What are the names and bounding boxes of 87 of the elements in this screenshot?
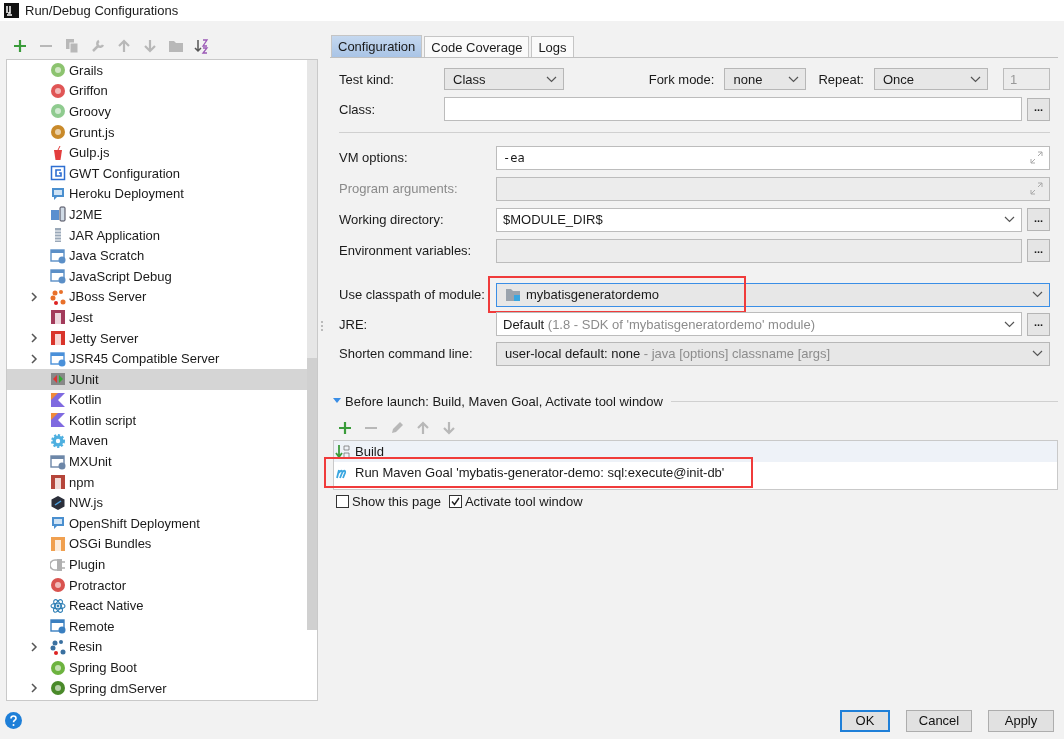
dropdown-field[interactable]: $MODULE_DIR$	[496, 207, 1022, 232]
tree-item[interactable]: JUnit	[7, 368, 307, 390]
field-label: Shorten command line:	[339, 346, 474, 362]
tree-item[interactable]: OpenShift Deployment	[7, 513, 307, 534]
tree-item[interactable]: MXUnit	[7, 451, 307, 472]
field-label: Program arguments:	[339, 181, 459, 196]
dropdown-field[interactable]: user-local default: none - java [options] classname [args]	[496, 341, 1050, 366]
module-dropdown[interactable]: mybatisgeneratordemo	[496, 282, 1050, 307]
scrollbar[interactable]	[307, 60, 317, 630]
browse-button[interactable]: ...	[1027, 312, 1050, 336]
task-item[interactable]: Run Maven Goal 'mybatis-generator-demo: sql:execute@init-db'	[334, 462, 1057, 483]
tree-item[interactable]: Maven	[7, 430, 307, 452]
dropdown-caret-icon	[546, 75, 557, 83]
tree-item[interactable]: Jetty Server	[7, 327, 307, 349]
dropdown-caret-icon	[1032, 291, 1043, 299]
tab[interactable]: Configuration	[331, 35, 423, 57]
tree-item[interactable]: React Native	[7, 595, 307, 617]
repeat-dropdown[interactable]: Once	[874, 68, 988, 90]
field-label: Environment variables:	[339, 243, 473, 258]
help-icon[interactable]	[5, 712, 22, 729]
expanded-arrow-icon[interactable]	[333, 397, 341, 405]
checkbox-label: Activate tool window	[464, 493, 583, 509]
tree-item[interactable]: Grails	[7, 60, 307, 81]
browse-button[interactable]: ...	[1027, 239, 1050, 262]
dropdown-field[interactable]: Default (1.8 - SDK of 'mybatisgeneratordemo' module)	[496, 312, 1022, 337]
tree-item[interactable]: Groovy	[7, 101, 307, 122]
dropdown-caret-icon	[1004, 216, 1015, 223]
text-field[interactable]: -ea	[496, 145, 1050, 170]
window-title: Run/Debug Configurations	[25, 3, 179, 18]
dialog-button[interactable]: Apply	[988, 709, 1054, 732]
field-label: Fork mode:	[648, 71, 715, 87]
sort-icon[interactable]	[194, 38, 210, 54]
tree-item[interactable]: Plugin	[7, 554, 307, 575]
test-kind-dropdown[interactable]: Class	[444, 68, 564, 90]
text-field[interactable]	[496, 238, 1022, 263]
tree-item[interactable]: Griffon	[7, 80, 307, 102]
tree-item[interactable]: Spring dmServer	[7, 677, 307, 699]
tree-item[interactable]: Grunt.js	[7, 121, 307, 143]
field-label: JRE:	[339, 316, 369, 332]
checkbox-label: Show this page	[352, 493, 441, 509]
tree-item[interactable]: Java Scratch	[7, 245, 307, 266]
browse-button[interactable]: ...	[1027, 97, 1050, 121]
section-title: Before launch: Build, Maven Goal, Activate tool window	[345, 393, 663, 409]
tree-item[interactable]: J2ME	[7, 204, 307, 225]
dropdown-caret-icon	[1004, 320, 1015, 328]
dropdown-caret-icon	[970, 75, 981, 83]
checkbox[interactable]	[448, 494, 462, 508]
folder-icon	[505, 287, 521, 302]
plus-icon[interactable]	[12, 38, 28, 54]
field-label: Repeat:	[818, 71, 864, 87]
browse-button[interactable]: ...	[1027, 208, 1050, 231]
field-label: Test kind:	[339, 71, 395, 87]
tree-item[interactable]: npm	[7, 471, 307, 493]
tree-item[interactable]: JSR45 Compatible Server	[7, 348, 307, 369]
dialog-button[interactable]: Cancel	[906, 709, 972, 732]
task-item[interactable]: Build	[334, 441, 1057, 462]
tree-item[interactable]: Jest	[7, 307, 307, 328]
class-field[interactable]	[444, 97, 1022, 121]
tree-item[interactable]: Heroku Deployment	[7, 183, 307, 205]
plus-icon[interactable]	[337, 420, 353, 436]
tree-item[interactable]: JBoss Server	[7, 286, 307, 308]
tree-item[interactable]: Resin	[7, 636, 307, 658]
tree-item[interactable]: GWT Configuration	[7, 162, 307, 184]
dropdown-caret-icon	[788, 75, 800, 83]
field-label: Use classpath of module:	[339, 287, 486, 303]
fork-mode-dropdown[interactable]: none	[724, 68, 807, 90]
tree-item[interactable]: OSGi Bundles	[7, 533, 307, 555]
field-label: Class:	[339, 101, 377, 117]
tree-item[interactable]: Kotlin script	[7, 410, 307, 431]
build-icon	[335, 443, 351, 460]
tree-item[interactable]: Gulp.js	[7, 142, 307, 163]
tab[interactable]: Logs	[531, 36, 574, 57]
tree-item[interactable]: Spring Boot	[7, 657, 307, 678]
field-label: Working directory:	[339, 212, 445, 227]
dialog-button[interactable]: OK	[840, 709, 890, 732]
tab[interactable]: Code Coverage	[424, 36, 530, 57]
splitter-grip[interactable]	[321, 321, 326, 331]
checkbox[interactable]	[336, 494, 349, 508]
field-label: VM options:	[339, 150, 409, 165]
tree-item[interactable]: NW.js	[7, 492, 307, 514]
tree-item[interactable]: JAR Application	[7, 224, 307, 246]
tree-item[interactable]: Protractor	[7, 574, 307, 596]
tree-item[interactable]: Remote	[7, 616, 307, 637]
expand-icon[interactable]	[1030, 151, 1043, 164]
dropdown-caret-icon	[1032, 350, 1043, 358]
tree-item[interactable]: Kotlin	[7, 389, 307, 411]
tree-item[interactable]: JavaScript Debug	[7, 265, 307, 287]
